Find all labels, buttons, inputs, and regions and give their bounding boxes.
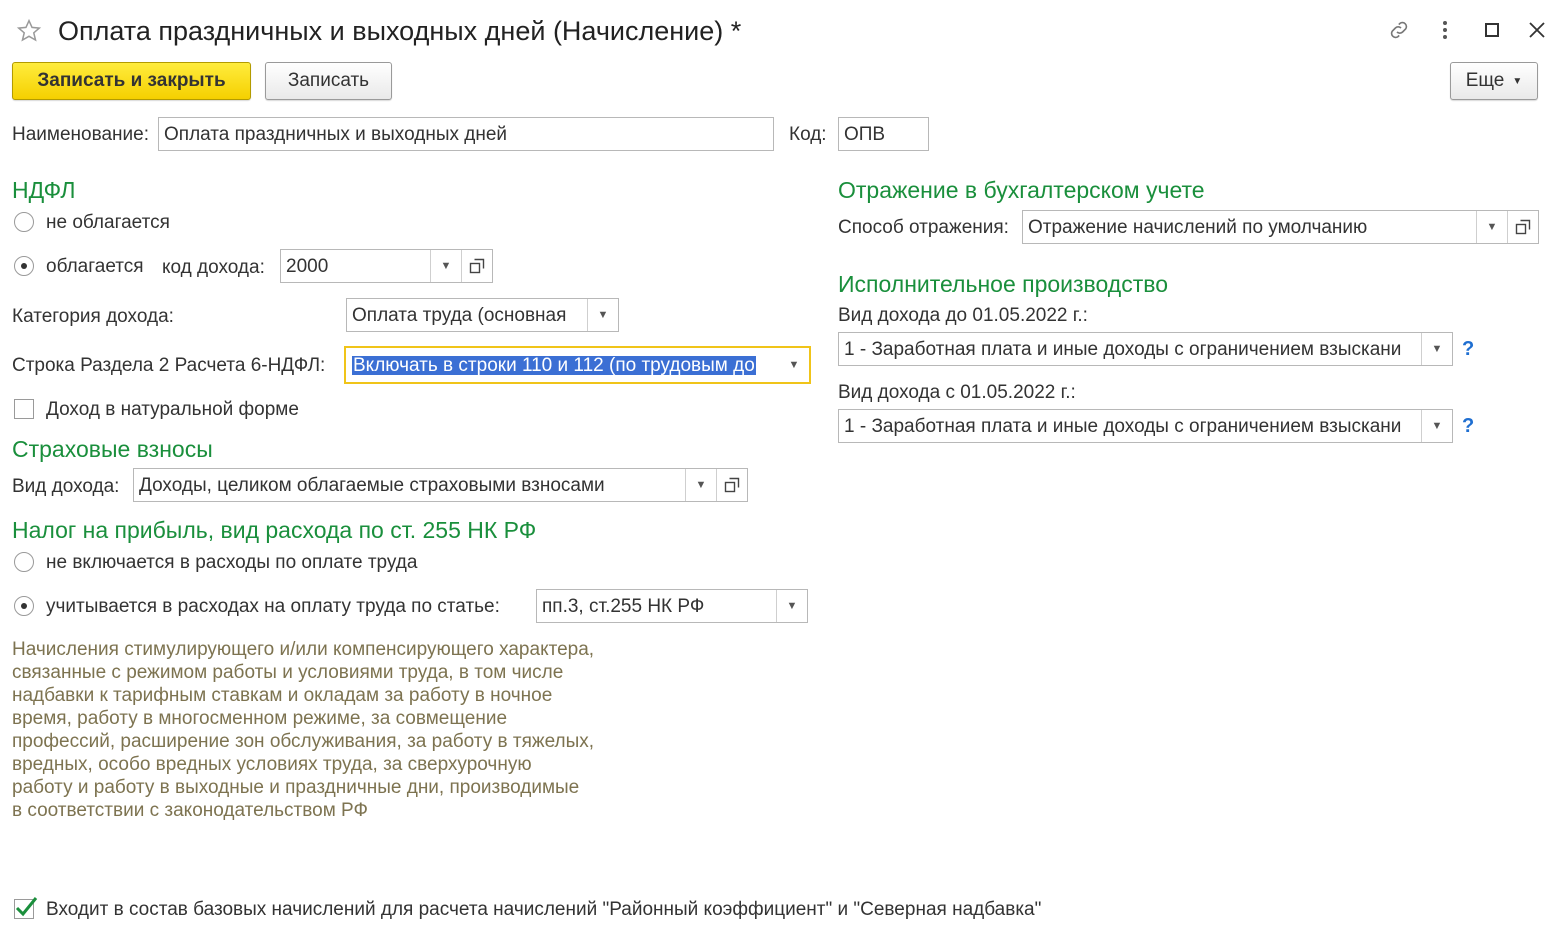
- name-label: Наименование:: [12, 124, 149, 145]
- ndfl-taxed-radio[interactable]: [14, 256, 34, 276]
- accounting-method-label: Способ отражения:: [838, 217, 1009, 238]
- profit-tax-included-label[interactable]: учитывается в расходах на оплату труда п…: [46, 597, 500, 616]
- ndfl-line-value: Включать в строки 110 и 112 (по трудовым…: [352, 355, 756, 375]
- ndfl-line-select[interactable]: Включать в строки 110 и 112 (по трудовым…: [344, 346, 811, 384]
- enforcement-after-label: Вид дохода с 01.05.2022 г.:: [838, 382, 1076, 403]
- income-category-value: Оплата труда (основная: [352, 305, 567, 325]
- star-icon[interactable]: [14, 16, 44, 46]
- ndfl-line-label: Строка Раздела 2 Расчета 6-НДФЛ:: [12, 355, 326, 376]
- name-value: Оплата праздничных и выходных дней: [164, 124, 508, 144]
- enforcement-after-select[interactable]: 1 - Заработная плата и иные доходы с огр…: [838, 409, 1453, 443]
- note-line: время, работу в многосменном режиме, за …: [12, 708, 508, 729]
- page-title: Оплата праздничных и выходных дней (Начи…: [58, 16, 742, 46]
- insurance-income-type-select[interactable]: Доходы, целиком облагаемые страховыми вз…: [133, 468, 748, 502]
- note-line: профессий, расширение зон обслуживания, …: [12, 731, 595, 752]
- note-line: связанные с режимом работы и условиями т…: [12, 662, 564, 683]
- in-kind-income-label[interactable]: Доход в натуральной форме: [46, 400, 299, 419]
- help-icon[interactable]: ?: [1462, 339, 1474, 359]
- insurance-income-type-label: Вид дохода:: [12, 476, 120, 497]
- profit-tax-article-select[interactable]: пп.3, ст.255 НК РФ ▼: [536, 589, 808, 623]
- chevron-down-icon[interactable]: ▼: [1421, 333, 1452, 365]
- save-and-close-button[interactable]: Записать и закрыть: [12, 62, 251, 100]
- maximize-icon[interactable]: [1476, 14, 1508, 46]
- code-value: ОПВ: [844, 124, 886, 144]
- open-form-icon[interactable]: [716, 469, 747, 501]
- ndfl-not-taxed-label[interactable]: не облагается: [46, 213, 170, 232]
- accounting-section-title: Отражение в бухгалтерском учете: [838, 177, 1205, 203]
- chevron-down-icon[interactable]: ▼: [430, 250, 461, 282]
- code-label: Код:: [789, 124, 827, 145]
- more-button[interactable]: Еще ▼: [1450, 62, 1538, 100]
- in-kind-income-checkbox[interactable]: [14, 399, 34, 419]
- enforcement-after-value: 1 - Заработная плата и иные доходы с огр…: [844, 416, 1402, 436]
- chevron-down-icon[interactable]: ▼: [685, 469, 716, 501]
- close-icon[interactable]: [1521, 14, 1550, 46]
- name-field[interactable]: Оплата праздничных и выходных дней: [158, 117, 774, 151]
- profit-tax-note: Начисления стимулирующего и/или компенси…: [12, 638, 594, 822]
- accounting-method-value: Отражение начислений по умолчанию: [1028, 217, 1368, 237]
- chevron-down-icon[interactable]: ▼: [587, 299, 618, 331]
- ndfl-taxed-label[interactable]: облагается: [46, 257, 144, 276]
- insurance-section-title: Страховые взносы: [12, 436, 213, 462]
- profit-tax-excluded-label[interactable]: не включается в расходы по оплате труда: [46, 553, 417, 572]
- base-accruals-label[interactable]: Входит в состав базовых начислений для р…: [46, 900, 1041, 919]
- chevron-down-icon[interactable]: ▼: [1421, 410, 1452, 442]
- accounting-method-select[interactable]: Отражение начислений по умолчанию ▼: [1022, 210, 1539, 244]
- chevron-down-icon: ▼: [1512, 75, 1523, 87]
- income-code-label: код дохода:: [162, 257, 265, 278]
- enforcement-before-select[interactable]: 1 - Заработная плата и иные доходы с огр…: [838, 332, 1453, 366]
- enforcement-before-value: 1 - Заработная плата и иные доходы с огр…: [844, 339, 1402, 359]
- link-icon[interactable]: [1383, 14, 1415, 46]
- profit-tax-section-title: Налог на прибыль, вид расхода по ст. 255…: [12, 517, 537, 543]
- open-form-icon[interactable]: [461, 250, 492, 282]
- ndfl-section-title: НДФЛ: [12, 177, 76, 203]
- checkmark-icon: [15, 897, 38, 917]
- note-line: в соответствии с законодательством РФ: [12, 800, 368, 821]
- open-form-icon[interactable]: [1507, 211, 1538, 243]
- income-category-label: Категория дохода:: [12, 306, 174, 327]
- note-line: работу и работу в выходные и праздничные…: [12, 777, 580, 798]
- income-category-select[interactable]: Оплата труда (основная ▼: [346, 298, 619, 332]
- note-line: Начисления стимулирующего и/или компенси…: [12, 639, 595, 660]
- income-code-value: 2000: [286, 256, 329, 276]
- code-field[interactable]: ОПВ: [838, 117, 929, 151]
- profit-tax-excluded-radio[interactable]: [14, 552, 34, 572]
- enforcement-before-label: Вид дохода до 01.05.2022 г.:: [838, 305, 1088, 326]
- more-button-label: Еще: [1465, 70, 1505, 91]
- note-line: надбавки к тарифным ставкам и окладам за…: [12, 685, 553, 706]
- help-icon[interactable]: ?: [1462, 416, 1474, 436]
- chevron-down-icon[interactable]: ▼: [1476, 211, 1507, 243]
- note-line: вредных, особо вредных условиях труда, з…: [12, 754, 532, 775]
- save-button[interactable]: Записать: [265, 62, 392, 100]
- enforcement-section-title: Исполнительное производство: [838, 271, 1169, 297]
- chevron-down-icon[interactable]: ▼: [776, 590, 807, 622]
- base-accruals-checkbox[interactable]: [14, 897, 38, 919]
- income-code-field[interactable]: 2000 ▼: [280, 249, 493, 283]
- profit-tax-article-value: пп.3, ст.255 НК РФ: [542, 596, 705, 616]
- chevron-down-icon[interactable]: ▼: [779, 348, 809, 382]
- insurance-income-type-value: Доходы, целиком облагаемые страховыми вз…: [139, 475, 605, 495]
- profit-tax-included-radio[interactable]: [14, 596, 34, 616]
- ndfl-line-value-wrap: Включать в строки 110 и 112 (по трудовым…: [346, 355, 779, 375]
- ndfl-not-taxed-radio[interactable]: [14, 212, 34, 232]
- more-vertical-icon[interactable]: [1430, 14, 1460, 46]
